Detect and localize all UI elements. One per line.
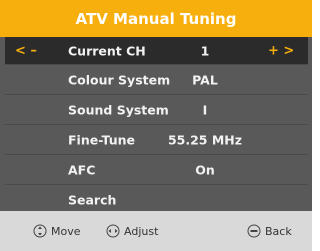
menu-row-current-ch[interactable]: < – Current CH 1 + > — [5, 37, 308, 65]
dpad-leftright-icon — [106, 224, 120, 238]
hint-move-label: Move — [51, 224, 81, 238]
menu-row-label: Current CH — [68, 43, 146, 58]
menu-row-label: Sound System — [68, 102, 169, 117]
tuning-menu-panel: ATV Manual Tuning < – Current CH 1 + > C… — [0, 0, 312, 251]
menu-row-sound-system[interactable]: Sound System I — [5, 95, 308, 125]
menu-rows: < – Current CH 1 + > Colour System PAL S… — [5, 37, 308, 214]
hint-adjust: Adjust — [106, 224, 158, 238]
colour-system-value: PAL — [192, 72, 218, 87]
hint-bar: Move Adjust Back — [0, 211, 312, 251]
menu-row-label: Fine-Tune — [68, 132, 135, 147]
menu-row-afc[interactable]: AFC On — [5, 155, 308, 185]
increment-arrows[interactable]: + > — [268, 43, 294, 58]
decrement-arrows[interactable]: < – — [15, 43, 37, 58]
hint-back: Back — [247, 224, 292, 238]
menu-row-label: AFC — [68, 162, 96, 177]
afc-value: On — [195, 162, 215, 177]
sound-system-value: I — [202, 102, 208, 117]
menu-row-label: Search — [68, 192, 117, 207]
dpad-updown-icon — [33, 224, 47, 238]
menu-row-label: Colour System — [68, 72, 171, 87]
hint-back-label: Back — [265, 224, 292, 238]
fine-tune-value: 55.25 MHz — [167, 132, 243, 147]
menu-row-colour-system[interactable]: Colour System PAL — [5, 65, 308, 95]
menu-row-fine-tune[interactable]: Fine-Tune 55.25 MHz — [5, 125, 308, 155]
menu-title: ATV Manual Tuning — [0, 0, 312, 37]
current-ch-value: 1 — [200, 43, 210, 58]
hint-adjust-label: Adjust — [124, 224, 159, 238]
back-button-icon — [247, 224, 261, 238]
menu-row-search[interactable]: Search — [5, 185, 308, 214]
hint-move: Move — [33, 224, 81, 238]
